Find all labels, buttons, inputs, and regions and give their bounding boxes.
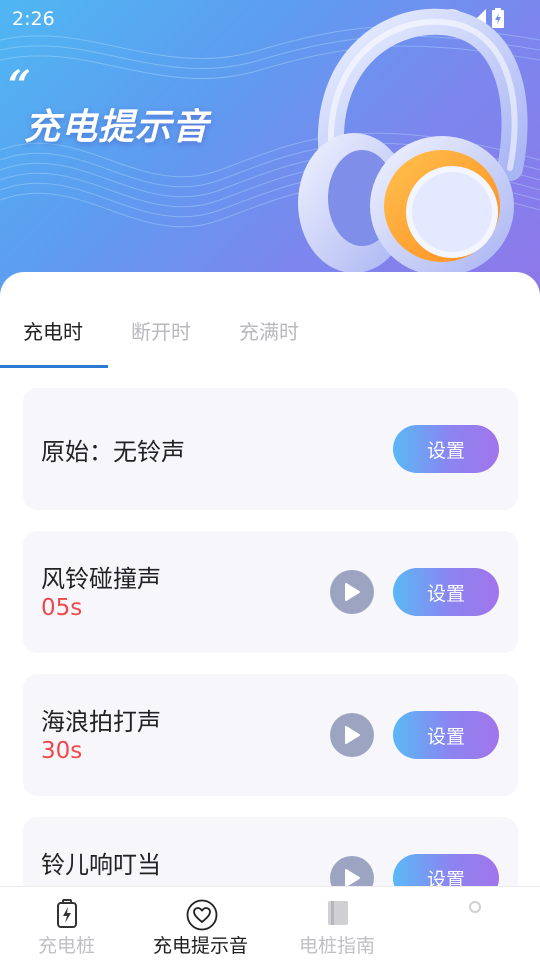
ringtone-item-jinglebells: 铃儿响叮当 设置 <box>23 817 518 887</box>
book-icon <box>328 901 348 925</box>
tab-bar: 充电时 断开时 充满时 <box>0 316 540 368</box>
nav-label: 充电桩 <box>38 935 96 957</box>
heart-icon <box>186 899 218 931</box>
play-icon <box>345 583 360 601</box>
hero-banner: 2:26 “ 充电提示音 <box>0 0 540 300</box>
nav-item-charging-tone[interactable]: 充电提示音 <box>153 887 253 960</box>
ringtone-title: 海浪拍打声 <box>41 708 161 736</box>
page-title: 充电提示音 <box>24 107 210 148</box>
play-button[interactable] <box>330 570 374 614</box>
headphones-illustration <box>298 8 528 276</box>
set-button[interactable]: 设置 <box>393 854 499 887</box>
ringtone-item-windchime: 风铃碰撞声 05s 设置 <box>23 531 518 653</box>
ringtone-title: 原始：无铃声 <box>41 438 185 466</box>
set-button[interactable]: 设置 <box>393 425 499 473</box>
ringtone-duration: 05s <box>41 595 83 621</box>
play-icon <box>345 726 360 744</box>
status-time: 2:26 <box>12 8 55 30</box>
nav-item-charging-pile[interactable]: 充电桩 <box>38 887 100 960</box>
person-icon <box>469 901 481 913</box>
nav-item-profile[interactable] <box>455 887 495 960</box>
play-icon <box>345 869 360 887</box>
set-button[interactable]: 设置 <box>393 711 499 759</box>
play-button[interactable] <box>330 713 374 757</box>
nav-item-guide[interactable]: 电桩指南 <box>299 887 379 960</box>
tab-full[interactable]: 充满时 <box>239 316 299 345</box>
set-button[interactable]: 设置 <box>393 568 499 616</box>
tab-disconnect[interactable]: 断开时 <box>131 316 191 345</box>
content-panel: 充电时 断开时 充满时 原始：无铃声 设置 风铃碰撞声 05s 设置 海浪拍打声… <box>0 272 540 887</box>
tab-active-indicator <box>0 365 108 368</box>
ringtone-item-none: 原始：无铃声 设置 <box>23 388 518 510</box>
ringtone-title: 铃儿响叮当 <box>41 851 161 879</box>
tab-charging[interactable]: 充电时 <box>23 316 83 345</box>
play-button[interactable] <box>330 856 374 887</box>
ringtone-title: 风铃碰撞声 <box>41 565 161 593</box>
bottom-nav: 充电桩 充电提示音 电桩指南 <box>0 886 540 960</box>
nav-label: 电桩指南 <box>299 935 376 957</box>
ringtone-item-waves: 海浪拍打声 30s 设置 <box>23 674 518 796</box>
nav-label: 充电提示音 <box>153 935 249 957</box>
battery-charging-icon <box>57 899 77 928</box>
ringtone-duration: 30s <box>41 738 83 764</box>
